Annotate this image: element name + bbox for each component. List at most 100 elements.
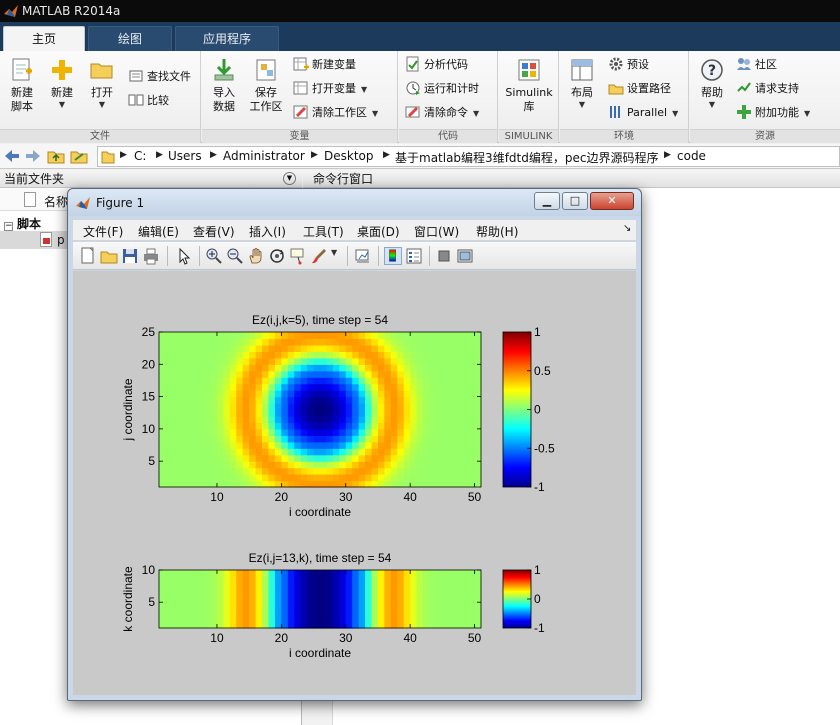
breadcrumb-item[interactable]: code [677,149,706,163]
hide-plot-tools-icon[interactable] [435,247,453,265]
browse-folder-icon[interactable] [70,148,88,164]
minimize-button[interactable]: ▁ [534,192,560,210]
up-folder-icon[interactable] [47,148,65,164]
forward-arrow-icon[interactable] [24,148,42,164]
heatmap-cell [320,480,328,488]
back-arrow-icon[interactable] [3,148,21,164]
breadcrumb-item[interactable]: Users [168,149,202,163]
new-script-button[interactable]: 新建 脚本 [0,55,44,114]
heatmap-cell [345,582,353,590]
heatmap-cell [435,435,443,443]
menu-view[interactable]: 查看(V) [193,223,235,240]
menu-window[interactable]: 窗口(W) [414,223,459,240]
rotate-3d-icon[interactable] [268,247,286,265]
zoom-in-icon[interactable] [205,247,223,265]
heatmap-cell [249,621,257,629]
collapse-icon[interactable]: − [4,222,13,231]
heatmap-cell [474,448,482,456]
heatmap-cell [352,351,360,359]
chevron-down-icon[interactable]: ▼ [331,248,341,266]
community-button[interactable]: 社区 [736,55,777,75]
show-plot-tools-icon[interactable] [456,247,474,265]
data-cursor-icon[interactable] [289,247,307,265]
heatmap-cell [307,403,315,411]
new-figure-icon[interactable] [79,247,97,265]
maximize-button[interactable]: □ [562,192,588,210]
path-breadcrumb[interactable]: ▶ C: ▶ Users ▶ Administrator ▶ Desktop ▶… [97,146,840,167]
run-and-time-button[interactable]: 运行和计时 [405,79,479,99]
breadcrumb-item[interactable]: 基于matlab编程3维fdtd编程，pec边界源码程序 [395,149,658,166]
heatmap-cell [326,570,334,578]
import-data-button[interactable]: 导入 数据 [202,55,246,114]
help-button[interactable]: ? 帮助 ▼ [690,55,734,110]
analyze-code-button[interactable]: 分析代码 [405,55,468,75]
menu-file[interactable]: 文件(F) [83,223,123,240]
heatmap-cell [210,332,218,340]
new-variable-button[interactable]: 新建变量 [293,55,356,75]
heatmap-cell [326,615,334,623]
save-workspace-button[interactable]: 保存 工作区 [244,55,288,114]
heatmap-cell [474,589,482,597]
zoom-out-icon[interactable] [226,247,244,265]
add-ons-button[interactable]: 附加功能 ▼ [736,103,810,123]
breadcrumb-item[interactable]: Administrator [223,149,305,163]
colorbar-tick-label: -1 [534,480,545,494]
clear-commands-button[interactable]: 清除命令 ▼ [405,103,479,123]
heatmap-cell [358,576,366,584]
panel-menu-icon[interactable]: ▼ [283,172,296,185]
heatmap-cell [352,377,360,385]
legend-icon[interactable] [405,247,423,265]
tab-home[interactable]: 主页 [3,26,85,51]
clear-workspace-button[interactable]: 清除工作区 ▼ [293,103,378,123]
link-plot-icon[interactable] [354,247,372,265]
heatmap-cell [442,589,450,597]
figure-title-bar[interactable]: Figure 1 ▁ □ ✕ [68,189,641,216]
close-button[interactable]: ✕ [590,192,634,210]
toolbar-separator [167,246,168,266]
pan-hand-icon[interactable] [247,247,265,265]
tab-apps[interactable]: 应用程序 [175,26,279,51]
heatmap-cell [429,357,437,365]
heatmap-cell [229,608,237,616]
pointer-icon[interactable] [175,247,193,265]
tab-plots[interactable]: 绘图 [88,26,172,51]
request-support-button[interactable]: 请求支持 [736,79,799,99]
menu-dock-icon[interactable]: ↘ [623,223,631,234]
simulink-library-button[interactable]: Simulink 库 [502,55,556,114]
open-button[interactable]: 打开 ▼ [80,55,124,110]
heatmap-cell [403,357,411,365]
menu-help[interactable]: 帮助(H) [476,223,518,240]
open-file-icon[interactable] [100,247,118,265]
find-files-button[interactable]: 查找文件 [128,67,191,87]
group-scripts[interactable]: − 脚本 [4,215,41,232]
heatmap-cell [332,415,340,424]
heatmap-cell [390,422,398,430]
colorbar-icon[interactable] [384,247,402,265]
layout-button[interactable]: 布局 ▼ [560,55,604,110]
breadcrumb-item[interactable]: C: [134,149,146,163]
breadcrumb-item[interactable]: Desktop [324,149,374,163]
menu-insert[interactable]: 插入(I) [249,223,286,240]
heatmap-cell [255,448,263,456]
plots-area[interactable]: 10 20 30 40 50510152025Ez(i,j,k=5), time ste… [73,271,636,695]
save-icon[interactable] [121,247,139,265]
heatmap-cell [365,448,373,456]
print-icon[interactable] [142,247,160,265]
set-path-button[interactable]: 设置路径 [608,79,671,99]
compare-button[interactable]: 比较 [128,91,169,111]
heatmap-cell [274,480,282,488]
figure-canvas[interactable]: 10 20 30 40 50 5 10 15 20 25 Ez(i,j,k=5), time ste… [73,271,636,695]
heatmap-cell [281,396,289,404]
preferences-button[interactable]: 预设 [608,55,649,75]
heatmap-cell [191,602,199,610]
heatmap-cell [210,615,218,623]
menu-edit[interactable]: 编辑(E) [138,223,179,240]
heatmap-cell [281,415,289,424]
open-variable-button[interactable]: 打开变量 ▼ [293,79,367,99]
heatmap-cell [442,582,450,590]
menu-tools[interactable]: 工具(T) [303,223,344,240]
new-button[interactable]: 新建 ▼ [40,55,84,110]
parallel-button[interactable]: Parallel ▼ [608,103,678,123]
menu-desktop[interactable]: 桌面(D) [357,223,400,240]
brush-icon[interactable] [310,247,328,265]
